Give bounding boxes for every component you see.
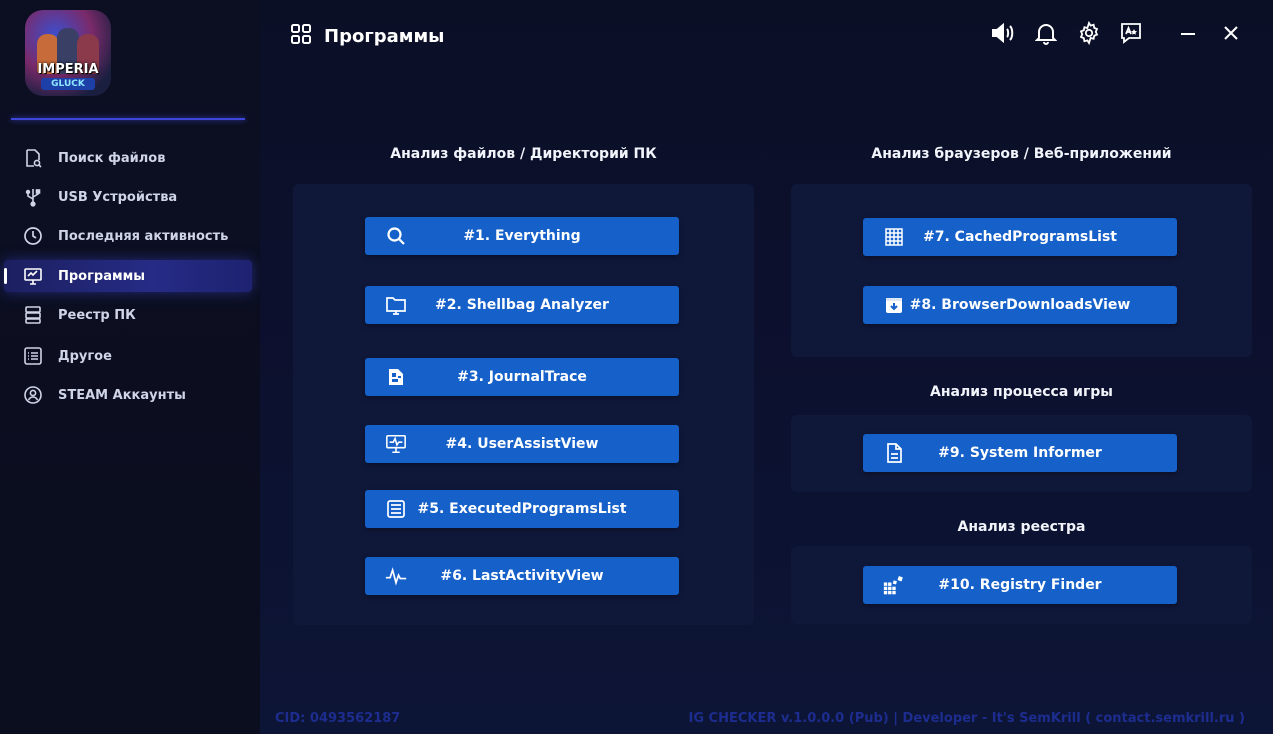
page-title-text: Программы bbox=[324, 25, 445, 47]
sidebar-divider bbox=[11, 118, 245, 120]
clock-icon bbox=[22, 225, 44, 247]
sidebar-item-other[interactable]: Другое bbox=[4, 340, 252, 372]
sidebar: IMPERIA GLUCK Поиск файлов USB Устройств… bbox=[0, 0, 260, 734]
section-title-files: Анализ файлов / Директорий ПК bbox=[390, 146, 657, 162]
sidebar-item-label: Последняя активность bbox=[58, 228, 229, 244]
sidebar-item-registry[interactable]: Реестр ПК bbox=[4, 299, 252, 331]
list-icon bbox=[22, 345, 44, 367]
document-icon bbox=[883, 442, 905, 464]
system-informer-button[interactable]: #9. System Informer bbox=[863, 434, 1177, 472]
button-label: #5. ExecutedProgramsList bbox=[417, 501, 627, 517]
registry-icon bbox=[22, 304, 44, 326]
download-box-icon bbox=[883, 294, 905, 316]
registry-finder-button[interactable]: #10. Registry Finder bbox=[863, 566, 1177, 604]
sidebar-item-label: USB Устройства bbox=[58, 189, 178, 205]
folder-icon bbox=[385, 294, 407, 316]
bell-icon[interactable] bbox=[1032, 20, 1060, 46]
cachedprogramslist-button[interactable]: #7. CachedProgramsList bbox=[863, 218, 1177, 256]
minimize-icon[interactable] bbox=[1174, 20, 1202, 46]
credits-label: IG CHECKER v.1.0.0.0 (Pub) | Developer -… bbox=[688, 711, 1245, 726]
gear-icon[interactable] bbox=[1075, 20, 1103, 46]
button-label: #7. CachedProgramsList bbox=[923, 229, 1117, 245]
sidebar-item-label: Поиск файлов bbox=[58, 150, 166, 166]
apps-grid-icon bbox=[290, 23, 312, 50]
sidebar-item-label: Программы bbox=[58, 268, 145, 284]
sidebar-item-recent-activity[interactable]: Последняя активность bbox=[4, 220, 252, 252]
grid-icon bbox=[883, 226, 905, 248]
sidebar-item-file-search[interactable]: Поиск файлов bbox=[4, 142, 252, 174]
pulse-icon bbox=[385, 565, 407, 587]
app-logo: IMPERIA GLUCK bbox=[25, 10, 111, 96]
journaltrace-button[interactable]: #3. JournalTrace bbox=[365, 358, 679, 396]
lastactivityview-button[interactable]: #6. LastActivityView bbox=[365, 557, 679, 595]
button-label: #9. System Informer bbox=[938, 445, 1102, 461]
logo-line2: GLUCK bbox=[41, 78, 95, 90]
translate-icon[interactable] bbox=[1117, 20, 1145, 46]
monitor-pulse-icon bbox=[385, 433, 407, 455]
button-label: #6. LastActivityView bbox=[440, 568, 604, 584]
sidebar-item-label: Реестр ПК bbox=[58, 307, 136, 323]
button-label: #4. UserAssistView bbox=[445, 436, 599, 452]
monitor-icon bbox=[22, 265, 44, 287]
cid-label: CID: 0493562187 bbox=[275, 711, 401, 726]
logo-line1: IMPERIA bbox=[37, 62, 99, 77]
everything-button[interactable]: #1. Everything bbox=[365, 217, 679, 255]
usb-icon bbox=[22, 186, 44, 208]
sidebar-item-label: Другое bbox=[58, 348, 112, 364]
file-search-icon bbox=[22, 147, 44, 169]
button-label: #2. Shellbag Analyzer bbox=[435, 297, 609, 313]
shellbag-analyzer-button[interactable]: #2. Shellbag Analyzer bbox=[365, 286, 679, 324]
sidebar-item-label: STEAM Аккаунты bbox=[58, 387, 186, 403]
sidebar-item-steam-accounts[interactable]: STEAM Аккаунты bbox=[4, 379, 252, 411]
userassistview-button[interactable]: #4. UserAssistView bbox=[365, 425, 679, 463]
close-icon[interactable] bbox=[1217, 20, 1245, 46]
section-title-browsers: Анализ браузеров / Веб-приложений bbox=[871, 146, 1172, 162]
panel-browsers bbox=[791, 184, 1252, 357]
sidebar-item-programs[interactable]: Программы bbox=[4, 260, 252, 292]
section-title-registry: Анализ реестра bbox=[957, 519, 1086, 535]
volume-icon[interactable] bbox=[989, 20, 1017, 46]
button-label: #10. Registry Finder bbox=[938, 577, 1102, 593]
button-label: #3. JournalTrace bbox=[457, 369, 587, 385]
browserdownloadsview-button[interactable]: #8. BrowserDownloadsView bbox=[863, 286, 1177, 324]
journal-icon bbox=[385, 366, 407, 388]
section-title-game: Анализ процесса игры bbox=[930, 384, 1113, 400]
registry-blocks-icon bbox=[883, 574, 905, 596]
sidebar-item-usb[interactable]: USB Устройства bbox=[4, 181, 252, 213]
user-circle-icon bbox=[22, 384, 44, 406]
page-title: Программы bbox=[290, 22, 444, 50]
search-icon bbox=[385, 225, 407, 247]
list-box-icon bbox=[385, 498, 407, 520]
button-label: #8. BrowserDownloadsView bbox=[909, 297, 1131, 313]
button-label: #1. Everything bbox=[463, 228, 581, 244]
executedprogramslist-button[interactable]: #5. ExecutedProgramsList bbox=[365, 490, 679, 528]
